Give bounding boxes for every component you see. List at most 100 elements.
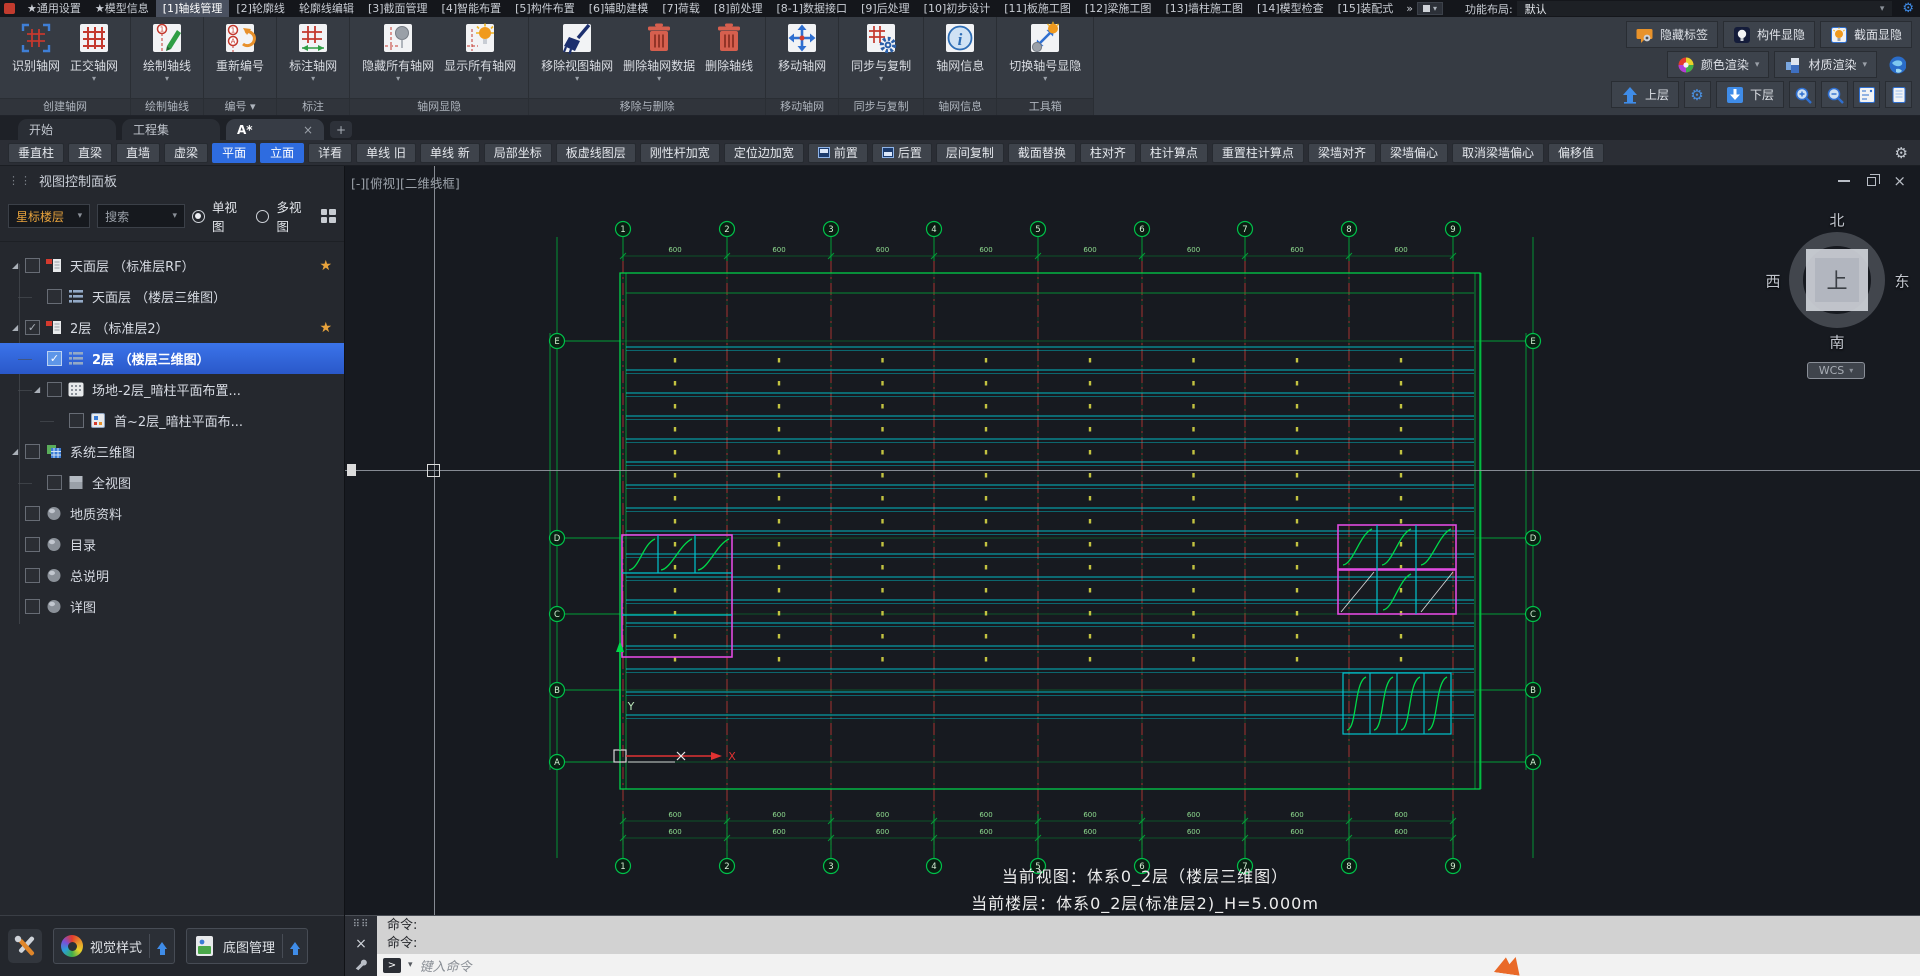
icon-button-earth[interactable]: [1882, 51, 1912, 78]
toolbar-button-7[interactable]: 单线 旧: [356, 142, 416, 163]
expander-icon[interactable]: ◢: [12, 447, 25, 456]
toolbar-button-2[interactable]: 直墙: [116, 142, 161, 163]
ribbon-button-trash[interactable]: 删除轴线: [700, 20, 758, 84]
expand-up-icon[interactable]: [157, 937, 168, 955]
customize-wrench-icon[interactable]: [354, 958, 368, 972]
single-view-radio[interactable]: [191, 209, 205, 223]
close-icon[interactable]: ×: [1893, 174, 1906, 189]
menu-item-2[interactable]: [1]轴线管理: [155, 0, 230, 17]
menu-item-10[interactable]: [8]前处理: [707, 0, 770, 17]
visual-style-button[interactable]: 视觉样式: [53, 928, 176, 964]
tree-item-10[interactable]: 总说明: [0, 560, 344, 591]
menu-overflow-icon[interactable]: »: [1400, 2, 1417, 15]
toolbar-button-16[interactable]: 截面替换: [1007, 142, 1076, 163]
visibility-checkbox[interactable]: [25, 537, 40, 552]
settings-gear-icon[interactable]: ⚙: [1902, 1, 1914, 16]
view-cube-top-face[interactable]: 上: [1806, 249, 1868, 311]
menu-item-9[interactable]: [7]荷载: [655, 0, 707, 17]
ribbon-button-move[interactable]: 移动轴网: [773, 20, 831, 84]
panel-grip-icon[interactable]: ⋮⋮: [8, 174, 32, 187]
icon-button-panel-list[interactable]: [1853, 81, 1880, 108]
menu-item-12[interactable]: [9]后处理: [854, 0, 917, 17]
ribbon-button-sync[interactable]: 同步与复制 ▾: [846, 20, 916, 84]
ribbon-button-broom[interactable]: 移除视图轴网 ▾: [536, 20, 618, 84]
close-icon[interactable]: ×: [355, 936, 367, 952]
tools-button[interactable]: [8, 929, 42, 963]
command-input[interactable]: > ▾ 键入命令: [377, 954, 1920, 976]
icon-button-panel-doc[interactable]: [1885, 81, 1912, 108]
ribbon-button-grid-detect[interactable]: 识别轴网: [7, 20, 65, 84]
icon-button-zoom-out[interactable]: [1821, 81, 1848, 108]
toolbar-button-8[interactable]: 单线 新: [419, 142, 480, 163]
toolbar-button-20[interactable]: 梁墙对齐: [1307, 142, 1376, 163]
ribbon-button-bulb-dark[interactable]: 构件显隐: [1722, 21, 1815, 48]
search-select[interactable]: 搜索 ▾: [97, 204, 185, 228]
ribbon-button-trash[interactable]: 删除轴网数据 ▾: [618, 20, 700, 84]
toolbar-button-21[interactable]: 梁墙偏心: [1379, 142, 1448, 163]
star-icon[interactable]: ★: [319, 258, 332, 274]
menu-item-15[interactable]: [12]梁施工图: [1078, 0, 1159, 17]
tree-item-11[interactable]: 详图: [0, 591, 344, 622]
menu-item-13[interactable]: [10]初步设计: [917, 0, 998, 17]
toolbar-button-0[interactable]: 垂直柱: [8, 142, 65, 163]
minimize-icon[interactable]: [1838, 180, 1851, 182]
tree-item-8[interactable]: 地质资料: [0, 498, 344, 529]
ribbon-button-material[interactable]: 材质渲染 ▾: [1774, 51, 1877, 78]
visibility-checkbox[interactable]: [25, 568, 40, 583]
visibility-checkbox[interactable]: [47, 382, 62, 397]
menu-panel-toggle[interactable]: ▾: [1416, 2, 1443, 15]
ribbon-button-info[interactable]: i 轴网信息: [931, 20, 989, 84]
menu-item-18[interactable]: [15]装配式: [1331, 0, 1401, 17]
command-bar-grip[interactable]: ⠿⠿ ×: [345, 916, 377, 976]
visibility-checkbox[interactable]: [47, 475, 62, 490]
ribbon-button-toggle[interactable]: 切换轴号显隐 ▾: [1004, 20, 1086, 84]
tab-1[interactable]: 工程集: [122, 119, 220, 140]
visibility-checkbox[interactable]: [25, 258, 40, 273]
close-icon[interactable]: ×: [303, 123, 313, 137]
menu-item-7[interactable]: [5]构件布置: [508, 0, 582, 17]
visibility-checkbox[interactable]: [47, 289, 62, 304]
menu-item-1[interactable]: ★模型信息: [88, 0, 156, 17]
toolbar-button-5[interactable]: 立面: [260, 142, 305, 163]
toolbar-button-23[interactable]: 偏移值: [1547, 142, 1604, 163]
menu-item-14[interactable]: [11]板施工图: [997, 0, 1078, 17]
layout-select[interactable]: 默认 ▾: [1516, 1, 1893, 16]
tree-item-3[interactable]: 2层 （楼层三维图）: [0, 343, 344, 374]
toolbar-button-14[interactable]: 后置: [871, 142, 932, 163]
menu-item-3[interactable]: [2]轮廓线: [229, 0, 292, 17]
compass-west[interactable]: 西: [1765, 271, 1780, 292]
toolbar-button-13[interactable]: 前置: [807, 142, 868, 163]
toolbar-button-17[interactable]: 柱对齐: [1079, 142, 1136, 163]
toolbar-button-1[interactable]: 直梁: [68, 142, 113, 163]
compass-south[interactable]: 南: [1829, 332, 1844, 353]
toolbar-button-6[interactable]: 详看: [308, 142, 353, 163]
ribbon-button-tag-hide[interactable]: 隐藏标签: [1625, 21, 1718, 48]
compass-north[interactable]: 北: [1829, 210, 1844, 231]
tab-0[interactable]: 开始: [18, 119, 116, 140]
visibility-checkbox[interactable]: [25, 599, 40, 614]
ribbon-button-draw-axis[interactable]: 1 绘制轴线 ▾: [138, 20, 196, 84]
tab-2[interactable]: A* ×: [226, 119, 324, 140]
menu-item-11[interactable]: [8-1]数据接口: [770, 0, 855, 17]
ribbon-button-renumber[interactable]: 1 A 重新编号 ▾: [211, 20, 269, 84]
ribbon-button-down-arrow-box[interactable]: 下层: [1715, 81, 1784, 108]
toolbar-button-12[interactable]: 定位边加宽: [723, 142, 804, 163]
add-tab-button[interactable]: +: [330, 121, 352, 138]
tree-item-7[interactable]: 全视图: [0, 467, 344, 498]
visibility-checkbox[interactable]: [47, 351, 62, 366]
expander-icon[interactable]: ◢: [12, 323, 25, 332]
icon-button-gear[interactable]: ⚙: [1683, 81, 1711, 108]
ribbon-button-hide-grid[interactable]: 隐藏所有轴网 ▾: [357, 20, 439, 84]
visibility-checkbox[interactable]: [69, 413, 84, 428]
menu-item-16[interactable]: [13]墙柱施工图: [1158, 0, 1250, 17]
ribbon-button-show-grid[interactable]: 显示所有轴网 ▾: [439, 20, 521, 84]
restore-icon[interactable]: [1867, 173, 1881, 186]
viewport-label[interactable]: [-][俯视][二维线框]: [351, 173, 460, 192]
tree-item-9[interactable]: 目录: [0, 529, 344, 560]
tree-item-6[interactable]: ◢ 系统三维图: [0, 436, 344, 467]
floor-filter-select[interactable]: 星标楼层 ▾: [8, 204, 91, 228]
ribbon-button-color-wheel[interactable]: 颜色渲染 ▾: [1666, 51, 1770, 78]
visibility-checkbox[interactable]: [25, 444, 40, 459]
expander-icon[interactable]: ◢: [34, 385, 47, 394]
menu-item-4[interactable]: 轮廓线编辑: [292, 0, 361, 17]
